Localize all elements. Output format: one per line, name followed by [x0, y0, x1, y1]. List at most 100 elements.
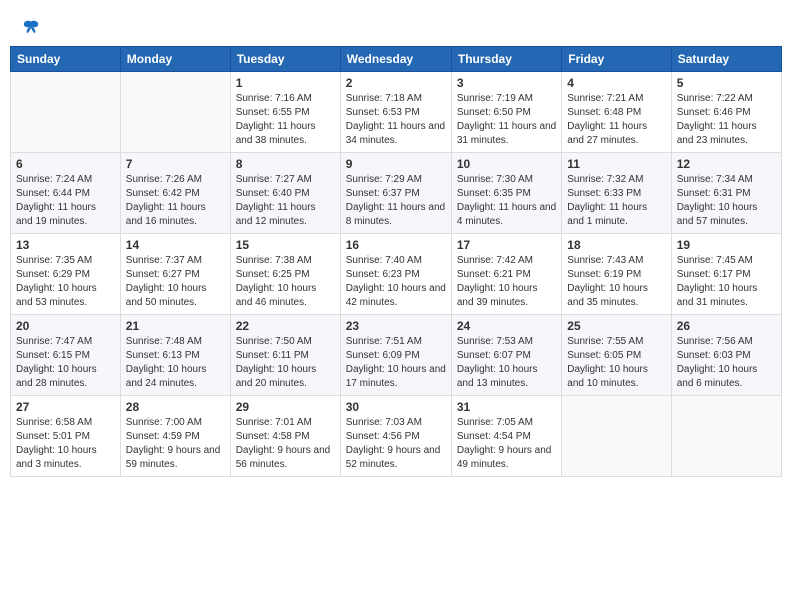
calendar-cell: 18 Sunrise: 7:43 AMSunset: 6:19 PMDayligh…	[562, 234, 671, 315]
header-day-tuesday: Tuesday	[230, 47, 340, 72]
day-number: 10	[457, 157, 556, 171]
calendar-cell: 27 Sunrise: 6:58 AMSunset: 5:01 PMDayligh…	[11, 396, 121, 477]
day-number: 27	[16, 400, 115, 414]
day-number: 6	[16, 157, 115, 171]
calendar-cell: 3 Sunrise: 7:19 AMSunset: 6:50 PMDaylight…	[451, 72, 561, 153]
day-info: Sunrise: 7:43 AMSunset: 6:19 PMDaylight:…	[567, 254, 665, 310]
day-info: Sunrise: 7:47 AMSunset: 6:15 PMDaylight:…	[16, 335, 115, 391]
day-info: Sunrise: 7:50 AMSunset: 6:11 PMDaylight:…	[236, 335, 335, 391]
calendar-week-4: 20 Sunrise: 7:47 AMSunset: 6:15 PMDayligh…	[11, 315, 782, 396]
calendar-cell: 16 Sunrise: 7:40 AMSunset: 6:23 PMDayligh…	[340, 234, 451, 315]
day-info: Sunrise: 7:45 AMSunset: 6:17 PMDaylight:…	[677, 254, 776, 310]
day-info: Sunrise: 7:53 AMSunset: 6:07 PMDaylight:…	[457, 335, 556, 391]
calendar-cell: 21Sunrise: 7:48 AMSunset: 6:13 PMDayligh…	[120, 315, 230, 396]
logo-bird-icon	[22, 18, 40, 36]
day-number: 7	[126, 157, 225, 171]
day-info: Sunrise: 7:34 AMSunset: 6:31 PMDaylight:…	[677, 173, 776, 229]
day-info: Sunrise: 7:18 AMSunset: 6:53 PMDaylight:…	[346, 92, 446, 148]
day-info: Sunrise: 7:38 AMSunset: 6:25 PMDaylight:…	[236, 254, 335, 310]
calendar-cell: 8 Sunrise: 7:27 AMSunset: 6:40 PMDaylight…	[230, 153, 340, 234]
calendar-cell: 1 Sunrise: 7:16 AMSunset: 6:55 PMDaylight…	[230, 72, 340, 153]
day-number: 9	[346, 157, 446, 171]
calendar-cell: 14 Sunrise: 7:37 AMSunset: 6:27 PMDayligh…	[120, 234, 230, 315]
day-info: Sunrise: 7:55 AMSunset: 6:05 PMDaylight:…	[567, 335, 665, 391]
day-info: Sunrise: 7:16 AMSunset: 6:55 PMDaylight:…	[236, 92, 335, 148]
day-number: 14	[126, 238, 225, 252]
day-number: 11	[567, 157, 665, 171]
day-info: Sunrise: 7:22 AMSunset: 6:46 PMDaylight:…	[677, 92, 776, 148]
day-info: Sunrise: 7:24 AMSunset: 6:44 PMDaylight:…	[16, 173, 115, 229]
day-number: 13	[16, 238, 115, 252]
day-info: Sunrise: 7:21 AMSunset: 6:48 PMDaylight:…	[567, 92, 665, 148]
day-number: 12	[677, 157, 776, 171]
header-day-monday: Monday	[120, 47, 230, 72]
day-info: Sunrise: 7:01 AMSunset: 4:58 PMDaylight:…	[236, 416, 335, 472]
calendar-cell: 7 Sunrise: 7:26 AMSunset: 6:42 PMDaylight…	[120, 153, 230, 234]
day-info: Sunrise: 7:27 AMSunset: 6:40 PMDaylight:…	[236, 173, 335, 229]
day-number: 20	[16, 319, 115, 333]
day-number: 22	[236, 319, 335, 333]
header-day-sunday: Sunday	[11, 47, 121, 72]
day-number: 31	[457, 400, 556, 414]
calendar-cell: 20 Sunrise: 7:47 AMSunset: 6:15 PMDayligh…	[11, 315, 121, 396]
calendar-week-5: 27 Sunrise: 6:58 AMSunset: 5:01 PMDayligh…	[11, 396, 782, 477]
calendar-cell: 19 Sunrise: 7:45 AMSunset: 6:17 PMDayligh…	[671, 234, 781, 315]
day-number: 19	[677, 238, 776, 252]
day-number: 25	[567, 319, 665, 333]
calendar-cell: 26Sunrise: 7:56 AMSunset: 6:03 PMDayligh…	[671, 315, 781, 396]
calendar-cell: 23Sunrise: 7:51 AMSunset: 6:09 PMDayligh…	[340, 315, 451, 396]
logo	[20, 18, 40, 36]
calendar-cell	[562, 396, 671, 477]
calendar-cell: 30Sunrise: 7:03 AMSunset: 4:56 PMDayligh…	[340, 396, 451, 477]
day-number: 3	[457, 76, 556, 90]
calendar-cell: 9Sunrise: 7:29 AMSunset: 6:37 PMDaylight…	[340, 153, 451, 234]
day-info: Sunrise: 7:51 AMSunset: 6:09 PMDaylight:…	[346, 335, 446, 391]
day-info: Sunrise: 7:40 AMSunset: 6:23 PMDaylight:…	[346, 254, 446, 310]
calendar-header-row: SundayMondayTuesdayWednesdayThursdayFrid…	[11, 47, 782, 72]
calendar-cell: 28 Sunrise: 7:00 AMSunset: 4:59 PMDayligh…	[120, 396, 230, 477]
day-info: Sunrise: 7:56 AMSunset: 6:03 PMDaylight:…	[677, 335, 776, 391]
day-number: 8	[236, 157, 335, 171]
calendar-cell: 15 Sunrise: 7:38 AMSunset: 6:25 PMDayligh…	[230, 234, 340, 315]
day-info: Sunrise: 6:58 AMSunset: 5:01 PMDaylight:…	[16, 416, 115, 472]
day-number: 15	[236, 238, 335, 252]
day-number: 16	[346, 238, 446, 252]
calendar-cell	[671, 396, 781, 477]
calendar-cell: 10 Sunrise: 7:30 AMSunset: 6:35 PMDayligh…	[451, 153, 561, 234]
header-day-thursday: Thursday	[451, 47, 561, 72]
calendar-cell: 25 Sunrise: 7:55 AMSunset: 6:05 PMDayligh…	[562, 315, 671, 396]
header-day-wednesday: Wednesday	[340, 47, 451, 72]
calendar-cell: 11Sunrise: 7:32 AMSunset: 6:33 PMDayligh…	[562, 153, 671, 234]
calendar-cell	[120, 72, 230, 153]
calendar-cell: 13 Sunrise: 7:35 AMSunset: 6:29 PMDayligh…	[11, 234, 121, 315]
calendar-week-3: 13 Sunrise: 7:35 AMSunset: 6:29 PMDayligh…	[11, 234, 782, 315]
calendar-week-2: 6 Sunrise: 7:24 AMSunset: 6:44 PMDaylight…	[11, 153, 782, 234]
day-number: 18	[567, 238, 665, 252]
day-info: Sunrise: 7:42 AMSunset: 6:21 PMDaylight:…	[457, 254, 556, 310]
day-info: Sunrise: 7:19 AMSunset: 6:50 PMDaylight:…	[457, 92, 556, 148]
day-info: Sunrise: 7:05 AMSunset: 4:54 PMDaylight:…	[457, 416, 556, 472]
day-info: Sunrise: 7:00 AMSunset: 4:59 PMDaylight:…	[126, 416, 225, 472]
calendar-cell: 4Sunrise: 7:21 AMSunset: 6:48 PMDaylight…	[562, 72, 671, 153]
day-info: Sunrise: 7:03 AMSunset: 4:56 PMDaylight:…	[346, 416, 446, 472]
day-number: 29	[236, 400, 335, 414]
calendar-cell: 17 Sunrise: 7:42 AMSunset: 6:21 PMDayligh…	[451, 234, 561, 315]
day-number: 21	[126, 319, 225, 333]
calendar-cell: 2 Sunrise: 7:18 AMSunset: 6:53 PMDaylight…	[340, 72, 451, 153]
calendar-cell: 5Sunrise: 7:22 AMSunset: 6:46 PMDaylight…	[671, 72, 781, 153]
calendar-cell: 24Sunrise: 7:53 AMSunset: 6:07 PMDayligh…	[451, 315, 561, 396]
day-number: 1	[236, 76, 335, 90]
day-info: Sunrise: 7:30 AMSunset: 6:35 PMDaylight:…	[457, 173, 556, 229]
day-number: 17	[457, 238, 556, 252]
calendar-cell	[11, 72, 121, 153]
calendar-cell: 12 Sunrise: 7:34 AMSunset: 6:31 PMDayligh…	[671, 153, 781, 234]
day-info: Sunrise: 7:35 AMSunset: 6:29 PMDaylight:…	[16, 254, 115, 310]
day-info: Sunrise: 7:37 AMSunset: 6:27 PMDaylight:…	[126, 254, 225, 310]
calendar-cell: 31 Sunrise: 7:05 AMSunset: 4:54 PMDayligh…	[451, 396, 561, 477]
day-number: 2	[346, 76, 446, 90]
header-day-saturday: Saturday	[671, 47, 781, 72]
calendar-cell: 22 Sunrise: 7:50 AMSunset: 6:11 PMDayligh…	[230, 315, 340, 396]
day-info: Sunrise: 7:26 AMSunset: 6:42 PMDaylight:…	[126, 173, 225, 229]
calendar-table: SundayMondayTuesdayWednesdayThursdayFrid…	[10, 46, 782, 477]
day-number: 28	[126, 400, 225, 414]
